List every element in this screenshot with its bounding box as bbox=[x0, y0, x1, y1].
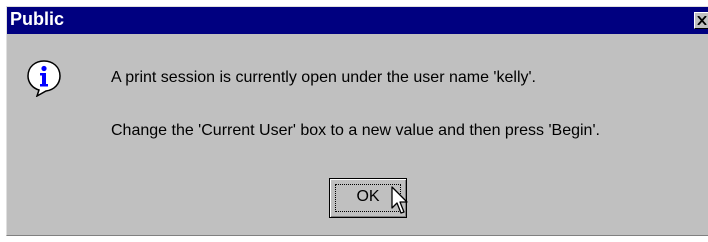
mouse-pointer-icon bbox=[391, 186, 408, 214]
message-dialog: Public A print session is currently open… bbox=[6, 6, 708, 236]
information-icon bbox=[27, 60, 61, 97]
message-line-2: Change the 'Current User' box to a new v… bbox=[111, 122, 600, 139]
close-button[interactable] bbox=[694, 12, 708, 29]
message-line-1: A print session is currently open under … bbox=[111, 69, 536, 86]
title-bar[interactable]: Public bbox=[7, 7, 708, 34]
close-x-icon bbox=[697, 16, 707, 25]
window-title: Public bbox=[10, 9, 65, 29]
